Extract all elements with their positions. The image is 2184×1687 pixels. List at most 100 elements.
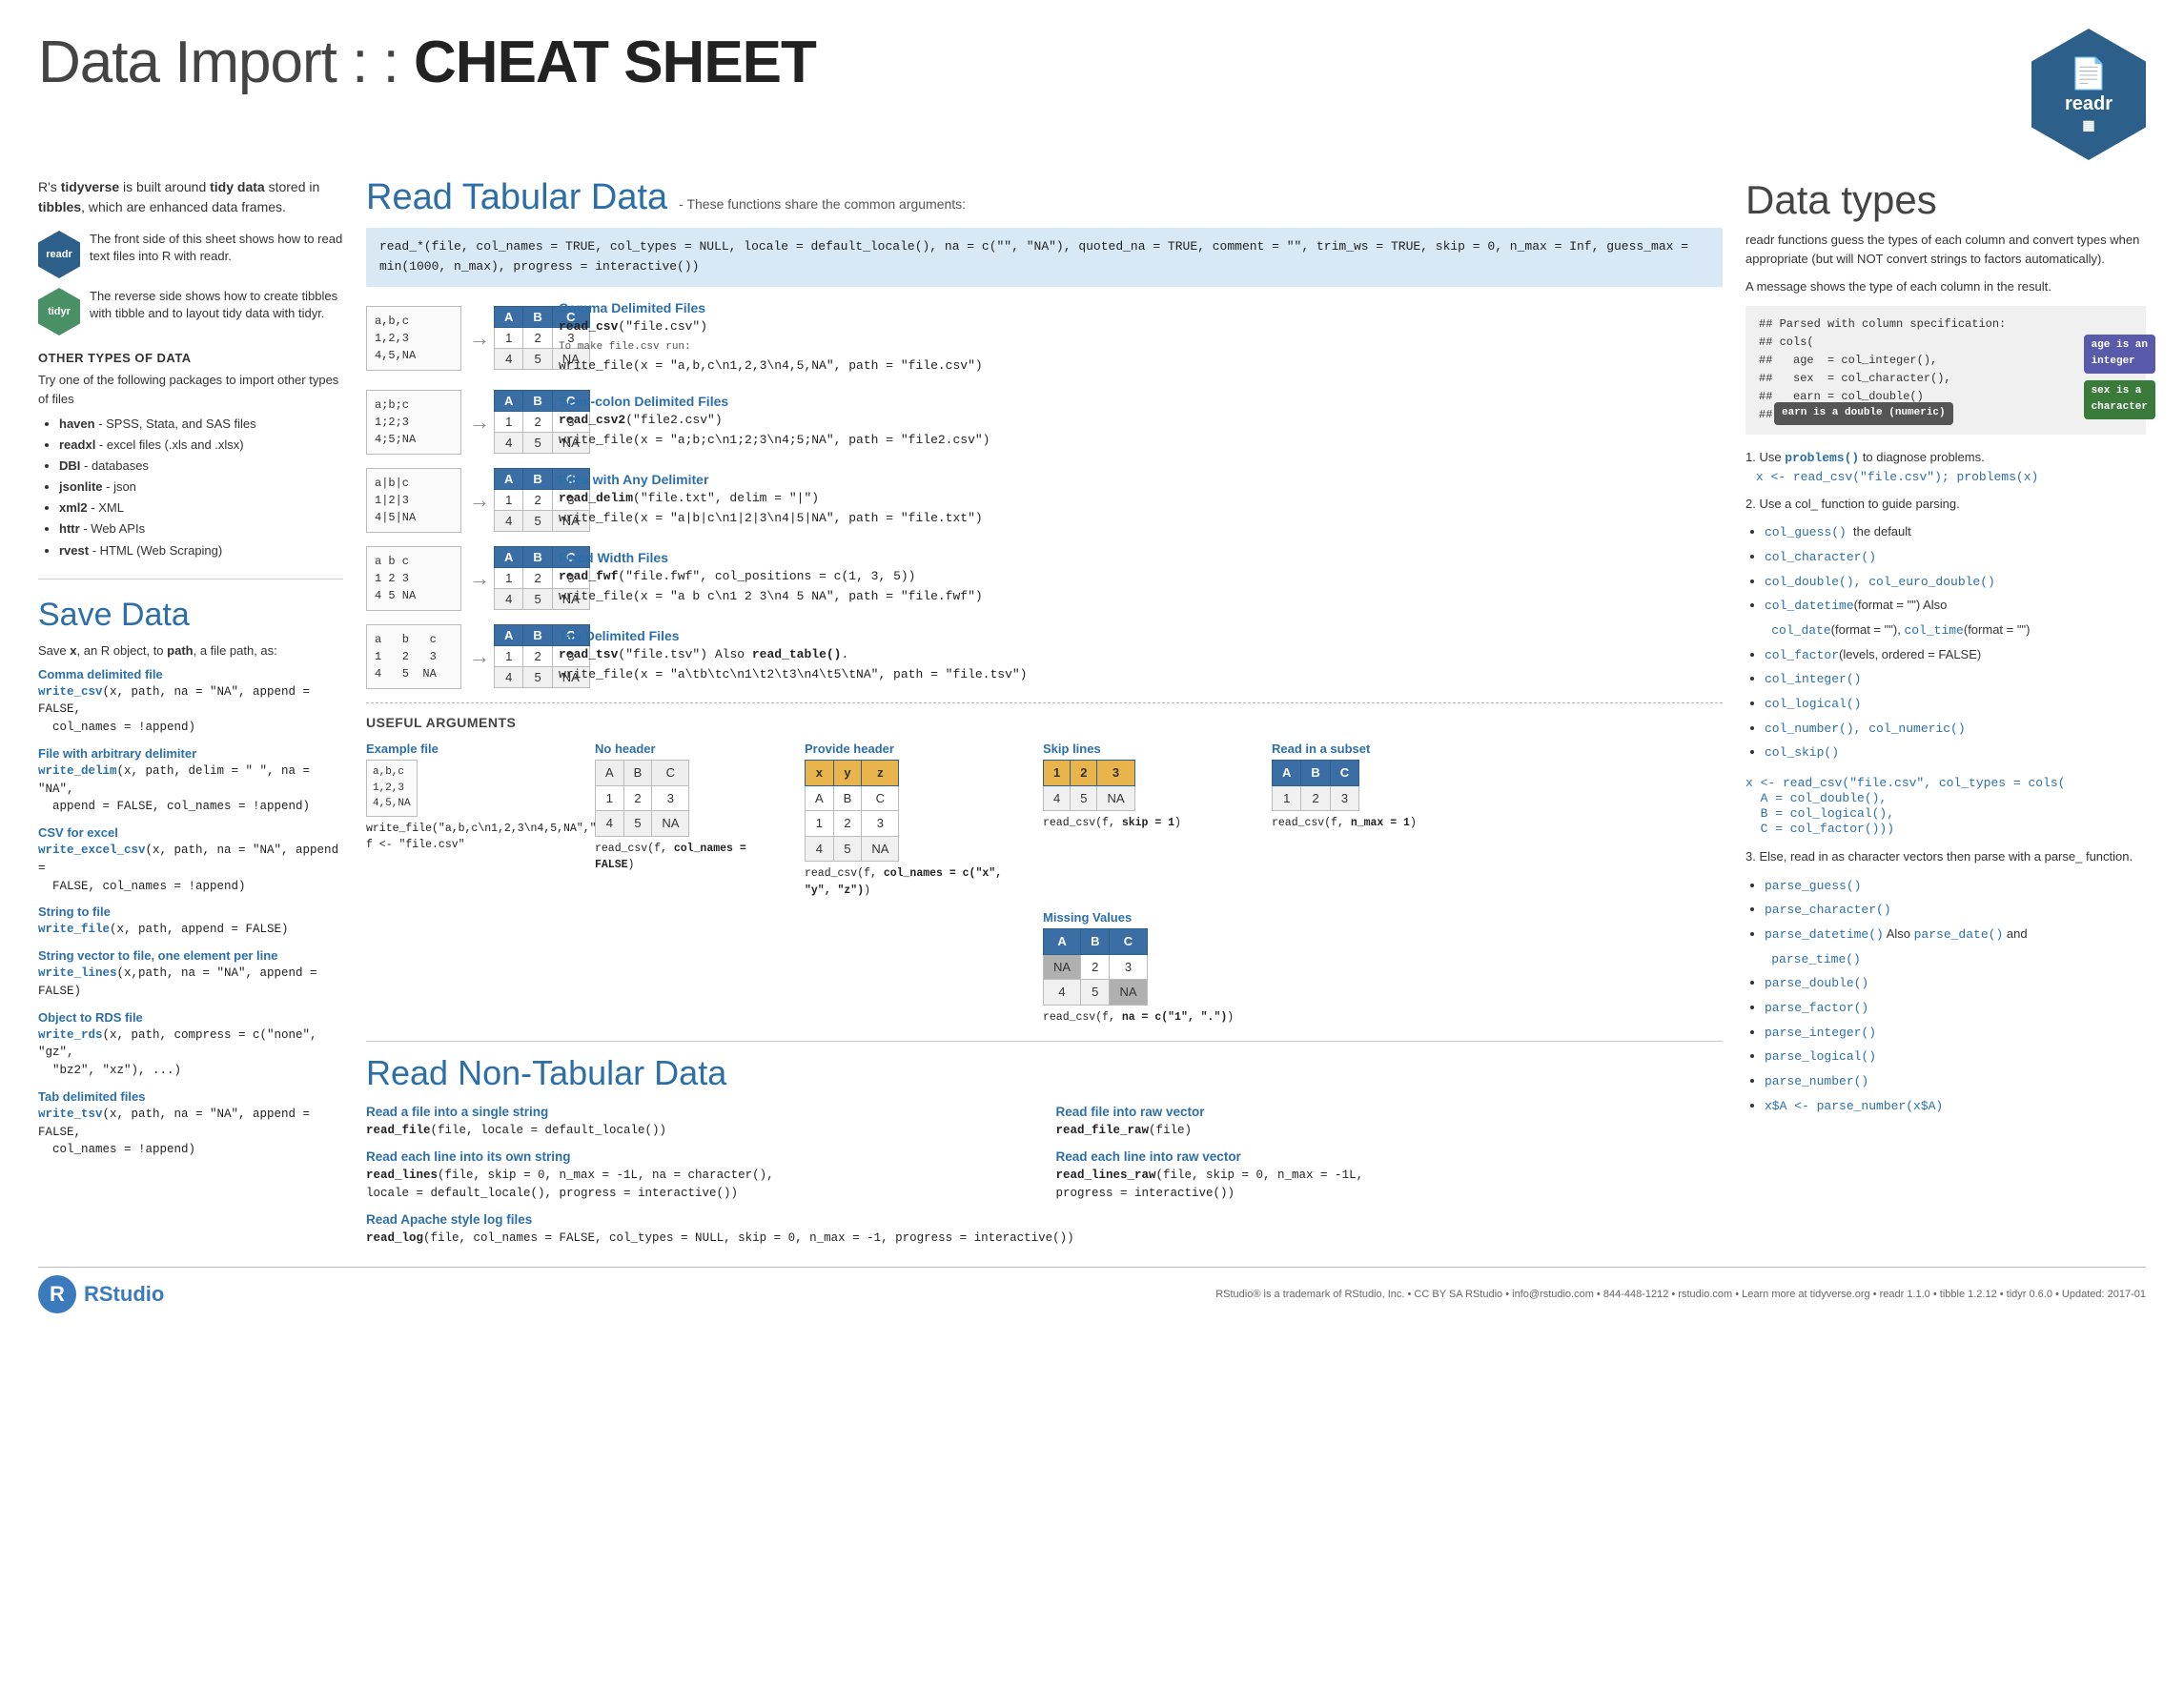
non-tab-each-line-code: read_lines(file, skip = 0, n_max = -1L, … [366,1167,1033,1203]
save-tsv-code: write_tsv(x, path, na = "NA", append = F… [38,1106,343,1159]
tsv-preview: a b c1 2 34 5 NA [366,624,461,689]
non-tab-apache-code: read_log(file, col_names = FALSE, col_ty… [366,1230,1723,1248]
example-code: write_file("a,b,c\n1,2,3\n4,5,NA","file.… [366,821,576,854]
list-item: x$A <- parse_number(x$A) [1765,1094,2146,1119]
footer-legal: RStudio® is a trademark of RStudio, Inc.… [1215,1289,2146,1300]
save-excel-label: CSV for excel [38,825,343,840]
non-tab-raw-vector-code: read_file_raw(file) [1056,1122,1724,1140]
skip-table: 123 45NA [1043,760,1135,811]
read-tabular-subtitle: - These functions share the common argum… [679,196,966,212]
readr-grid-icon: ▦ [2082,117,2094,133]
delim-preview: a|b|c1|2|34|5|NA [366,468,461,533]
badge-integer: age is aninteger [2084,335,2155,374]
list-item: readxl - excel files (.xls and .xlsx) [59,435,343,456]
list-item: xml2 - XML [59,498,343,518]
save-data-heading: Save Data [38,597,343,634]
save-tsv-label: Tab delimited files [38,1089,343,1104]
arg-missing-label: Missing Values [1043,908,1491,927]
title-bold: CHEAT SHEET [414,30,816,95]
arg-noheader: No header ABC 123 45NA read_csv(f, col_n… [595,740,786,899]
header: Data Import : : CHEAT SHEET 📄 readr ▦ [38,29,2146,160]
list-item: col_integer() [1765,667,2146,692]
r-circle: R [38,1275,76,1313]
list-item: parse_double() [1765,971,2146,996]
non-tab-raw-vector-label: Read file into raw vector [1056,1103,1724,1122]
dt-point-2: 2. Use a col_ function to guide parsing. [1745,495,2146,514]
badge-character: sex is acharacter [2084,380,2155,419]
list-item: parse_number() [1765,1069,2146,1094]
readr-small-badge: readr [38,231,80,278]
list-item: DBI - databases [59,456,343,477]
list-item: parse_integer() [1765,1021,2146,1046]
fwf-func: read_fwf("file.fwf", col_positions = c(1… [559,567,1723,607]
list-item: col_guess() the default [1765,520,2146,545]
list-item: parse_factor() [1765,996,2146,1021]
csv2-func: read_csv2("file2.csv")write_file(x = "a;… [559,411,1723,451]
save-rds-label: Object to RDS file [38,1010,343,1025]
save-string-label: String to file [38,904,343,919]
arrow-table-wrap3: → ABC 123 45NA [469,468,545,532]
arrow-table-wrap: → ABC 123 45NA [469,306,545,370]
useful-args-heading: USEFUL ARGUMENTS [366,702,1723,730]
readr-badge-desc: The front side of this sheet shows how t… [90,231,343,265]
save-delim-label: File with arbitrary delimiter [38,746,343,761]
list-item: col_skip() [1765,741,2146,765]
arrow-table-wrap4: → ABC 123 45NA [469,546,545,610]
file-row-csv: a,b,c1,2,34,5,NA → ABC 123 45NA Comma De… [366,300,1723,376]
middle-column: Read Tabular Data - These functions shar… [366,177,1723,1248]
rstudio-label: RStudio [84,1282,164,1307]
arg-provideheader: Provide header xyz ABC 123 45NA read_csv… [805,740,1024,899]
arrow-icon5: → [469,644,490,669]
non-tabular-title: Read Non-Tabular Data [366,1053,1723,1093]
save-excel-code: write_excel_csv(x, path, na = "NA", appe… [38,842,343,895]
list-item: col_double(), col_euro_double() [1765,570,2146,595]
dt-point-1: 1. Use problems() to diagnose problems. … [1745,448,2146,487]
save-excel: CSV for excel write_excel_csv(x, path, n… [38,825,343,895]
save-lines: String vector to file, one element per l… [38,948,343,1001]
example-preview: a,b,c1,2,34,5,NA [366,760,418,817]
non-tab-single-string-code: read_file(file, locale = default_locale(… [366,1122,1033,1140]
save-rds: Object to RDS file write_rds(x, path, co… [38,1010,343,1080]
csv2-preview: a;b;c1;2;34;5;NA [366,390,461,455]
badge-numeric: earn is a double (numeric) [1774,402,1953,425]
arg-example: Example file a,b,c1,2,34,5,NA write_file… [366,740,576,899]
file-row-delim: a|b|c1|2|34|5|NA → ABC 123 45NA Files wi… [366,468,1723,533]
readr-badge-wrap: 📄 readr ▦ [2031,29,2146,160]
arg-noheader-label: No header [595,740,786,759]
col-functions-list: col_guess() the default col_character() … [1745,520,2146,765]
list-item: jsonlite - json [59,477,343,498]
file-row-fwf: a b c1 2 34 5 NA → ABC 123 45NA Fixed Wi… [366,546,1723,611]
arg-subset-label: Read in a subset [1272,740,1491,759]
non-tabular-grid: Read a file into a single string read_fi… [366,1103,1723,1248]
list-item: parse_logical() [1765,1045,2146,1069]
save-string: String to file write_file(x, path, appen… [38,904,343,939]
read-tabular-header: Read Tabular Data - These functions shar… [366,177,1723,218]
tidyr-small-badge: tidyr [38,288,80,335]
list-item: col_datetime(format = "") Also col_date(… [1765,594,2146,642]
tidyr-badge-row: tidyr The reverse side shows how to crea… [38,288,343,335]
non-tab-single-string: Read a file into a single string read_fi… [366,1103,1033,1140]
skip-code: read_csv(f, skip = 1) [1043,815,1253,831]
data-types-intro1: readr functions guess the types of each … [1745,231,2146,268]
csv-type-label: Comma Delimited Files [559,300,1723,315]
title-text: Data Import : : CHEAT SHEET [38,30,816,95]
arrow-icon2: → [469,410,490,435]
right-column: Data types readr functions guess the typ… [1745,177,2146,1248]
csv2-type-label: Semi-colon Delimited Files [559,394,1723,409]
non-tab-lines-raw-code: read_lines_raw(file, skip = 0, n_max = -… [1056,1167,1724,1203]
provideheader-table: xyz ABC 123 45NA [805,760,899,862]
non-tab-single-string-label: Read a file into a single string [366,1103,1033,1122]
list-item: haven - SPSS, Stata, and SAS files [59,414,343,435]
main-layout: R's tidyverse is built around tidy data … [38,177,2146,1248]
save-data-intro: Save x, an R object, to path, a file pat… [38,643,343,658]
intro-text: R's tidyverse is built around tidy data … [38,177,343,217]
readr-label: readr [2065,93,2113,115]
save-string-code: write_file(x, path, append = FALSE) [38,921,343,939]
arg-example-label: Example file [366,740,576,759]
page-title: Data Import : : CHEAT SHEET [38,29,816,96]
tidyr-badge-desc: The reverse side shows how to create tib… [90,288,343,322]
file-row-csv2: a;b;c1;2;34;5;NA → ABC 123 45NA Semi-col… [366,390,1723,455]
arrow-table-wrap2: → ABC 123 45NA [469,390,545,454]
save-delim: File with arbitrary delimiter write_deli… [38,746,343,816]
provideheader-code: read_csv(f, col_names = c("x", "y", "z")… [805,865,1024,899]
